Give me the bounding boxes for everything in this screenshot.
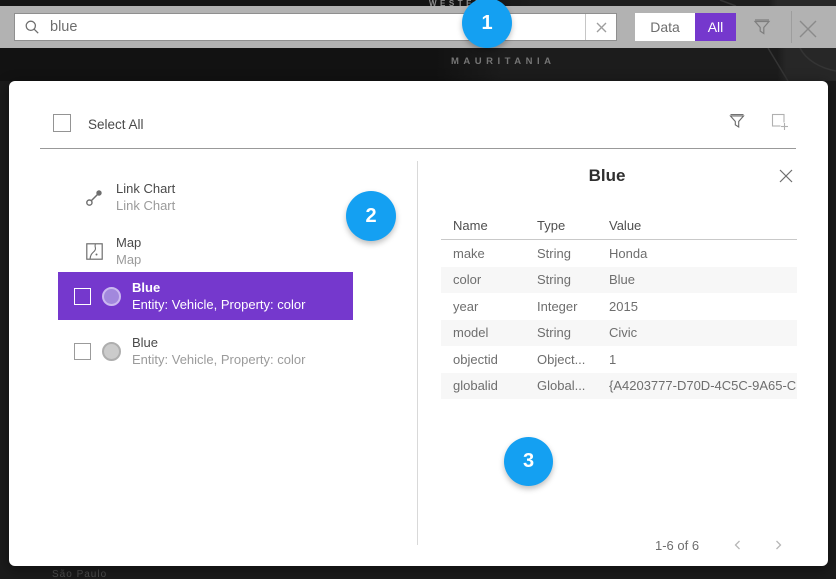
result-subtitle: Link Chart [116, 197, 175, 214]
map-label-bottom: São Paulo [52, 569, 107, 579]
result-item-blue-selected[interactable]: Blue Entity: Vehicle, Property: color [58, 272, 353, 320]
entity-circle-icon [102, 342, 121, 361]
cell-value: Honda [609, 246, 797, 261]
detail-title: Blue [417, 166, 797, 186]
attribute-table: Name Type Value make String Honda color … [441, 212, 797, 399]
result-subtitle: Entity: Vehicle, Property: color [132, 351, 305, 368]
table-row: globalid Global... {A4203777-D70D-4C5C-9… [441, 373, 797, 400]
cell-name: globalid [453, 378, 537, 393]
result-checkbox[interactable] [74, 288, 91, 305]
cell-type: Integer [537, 299, 609, 314]
detail-close-icon[interactable] [778, 168, 794, 189]
search-bar: Data All [0, 6, 836, 48]
column-header-value: Value [609, 218, 797, 233]
filter-icon[interactable] [752, 17, 772, 42]
cell-type: String [537, 325, 609, 340]
result-subtitle: Map [116, 251, 141, 268]
clear-icon [595, 21, 608, 34]
callout-badge-1: 1 [462, 0, 512, 48]
add-selection-icon[interactable] [770, 112, 789, 136]
close-search-icon[interactable] [795, 16, 821, 47]
callout-badge-3: 3 [504, 437, 553, 486]
cell-name: year [453, 299, 537, 314]
cell-type: String [537, 246, 609, 261]
column-header-type: Type [537, 218, 609, 233]
map-label-mauritania: MAURITANIA [451, 56, 555, 67]
columns-divider [417, 161, 418, 545]
results-filter-icon[interactable] [728, 112, 746, 135]
search-results-panel: Select All Link Chart Link Chart Map [9, 81, 828, 566]
table-row: objectid Object... 1 [441, 346, 797, 373]
entity-circle-icon [102, 287, 121, 306]
cell-value: Civic [609, 325, 797, 340]
search-mode-toggle: Data All [635, 13, 736, 41]
cell-value: {A4203777-D70D-4C5C-9A65-C... [609, 378, 797, 393]
table-row: color String Blue [441, 267, 797, 294]
chevron-right-icon[interactable] [772, 539, 784, 551]
result-item-link-chart[interactable]: Link Chart Link Chart [49, 173, 353, 221]
cell-value: Blue [609, 272, 797, 287]
result-item-blue[interactable]: Blue Entity: Vehicle, Property: color [58, 327, 353, 375]
link-chart-icon [85, 188, 104, 207]
mode-option-all[interactable]: All [695, 13, 736, 41]
search-icon [24, 19, 40, 35]
result-title: Blue [132, 334, 305, 351]
cell-value: 1 [609, 352, 797, 367]
mode-option-data[interactable]: Data [635, 13, 695, 41]
map-icon [85, 242, 104, 261]
table-header-row: Name Type Value [441, 212, 797, 240]
clear-search-button[interactable] [585, 14, 616, 40]
cell-name: color [453, 272, 537, 287]
cell-type: Object... [537, 352, 609, 367]
result-subtitle: Entity: Vehicle, Property: color [132, 296, 305, 313]
select-all-label: Select All [88, 117, 144, 132]
cell-name: objectid [453, 352, 537, 367]
result-title: Link Chart [116, 180, 175, 197]
panel-header-divider [40, 148, 796, 149]
result-title: Blue [132, 279, 305, 296]
callout-badge-2: 2 [346, 191, 396, 241]
pagination-label: 1-6 of 6 [655, 538, 699, 553]
table-row: model String Civic [441, 320, 797, 347]
topbar-divider [791, 11, 792, 43]
chevron-left-icon[interactable] [732, 539, 744, 551]
cell-name: model [453, 325, 537, 340]
result-item-map[interactable]: Map Map [49, 227, 353, 275]
result-title: Map [116, 234, 141, 251]
table-row: year Integer 2015 [441, 293, 797, 320]
cell-type: Global... [537, 378, 609, 393]
select-all-checkbox[interactable] [53, 114, 71, 132]
cell-type: String [537, 272, 609, 287]
column-header-name: Name [453, 218, 537, 233]
table-row: make String Honda [441, 240, 797, 267]
cell-value: 2015 [609, 299, 797, 314]
search-dialog-screen: WESTER MAURITANIA São Paulo Data All 1 2… [0, 0, 836, 579]
search-field [14, 13, 617, 41]
cell-name: make [453, 246, 537, 261]
result-checkbox[interactable] [74, 343, 91, 360]
